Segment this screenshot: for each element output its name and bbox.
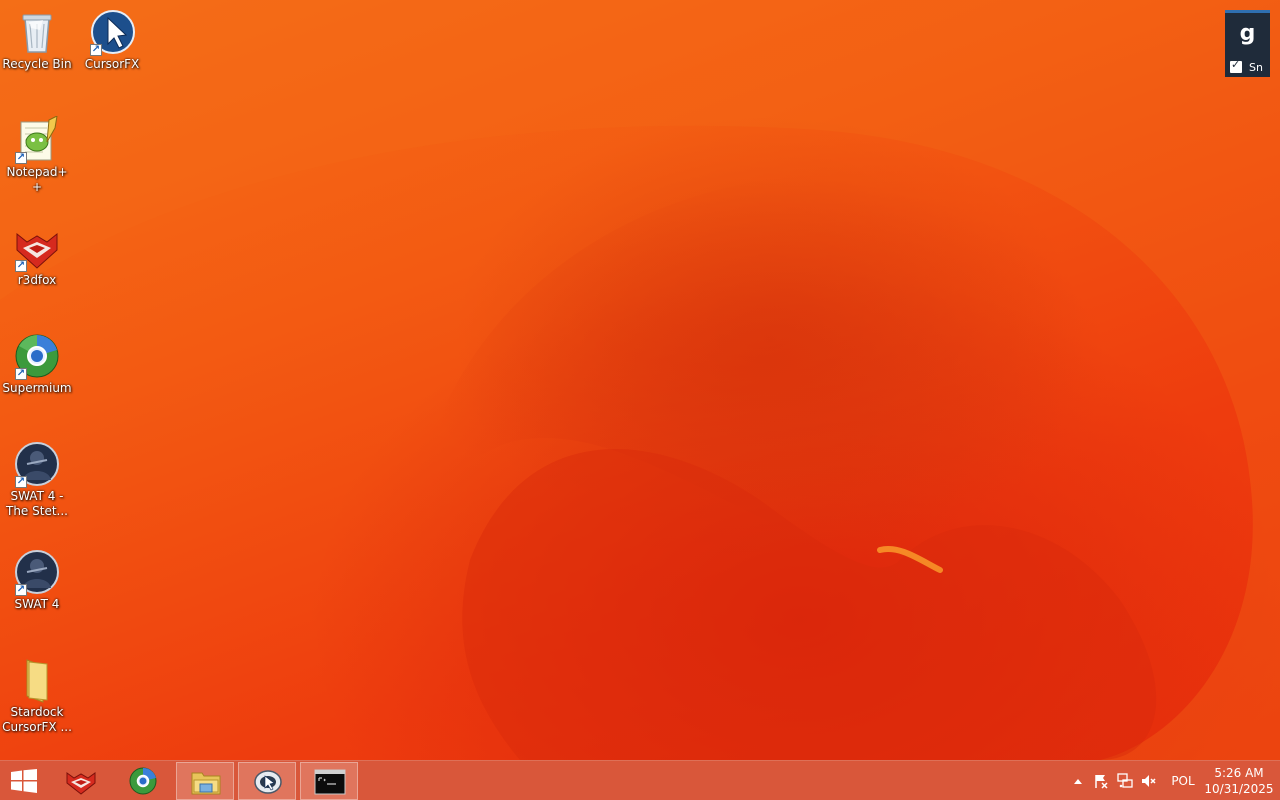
desktop-icon-notepadpp[interactable]: Notepad++ [0,115,74,195]
taskbar-app-r3dfox[interactable] [52,762,110,800]
desktop-icon-cursorfx[interactable]: CursorFX [75,8,149,72]
file-explorer-icon [191,772,221,795]
swat4-icon [13,440,61,489]
desktop-icon-swat4[interactable]: SWAT 4 [0,548,74,612]
r3dfox-icon [13,224,61,273]
desktop-icon-label: SWAT 4 - The Stet... [6,489,68,518]
volume-muted-icon[interactable] [1138,761,1160,800]
clock-time: 5:26 AM [1214,766,1264,780]
desktop-icon-supermium[interactable]: Supermium [0,332,74,396]
shortcut-arrow-icon [15,258,27,273]
r3dfox-icon [66,772,96,795]
swat4-icon [13,548,61,597]
desktop-wallpaper [0,0,1280,760]
desktop-icon-label: Supermium [2,381,72,395]
desktop-icon-label: r3dfox [17,273,57,287]
desktop-icon-label: Notepad++ [6,165,68,194]
gadget-letter: g [1239,21,1256,46]
taskbar-app-supermium[interactable] [114,762,172,800]
desktop-gadget[interactable]: g Sn [1225,10,1270,77]
supermium-icon [129,767,157,795]
taskbar-app-cursorfx[interactable] [238,762,296,800]
shortcut-arrow-icon [15,150,27,165]
taskbar-app-file-explorer[interactable] [176,762,234,800]
desktop-icon-label: SWAT 4 [14,597,60,611]
taskbar-clock[interactable]: 5:26 AM 10/31/2025 [1202,761,1276,800]
shortcut-arrow-icon [15,366,27,381]
clock-date: 10/31/2025 [1204,782,1274,796]
gadget-checkbox[interactable] [1230,58,1242,73]
desktop-icon-label: CursorFX [84,57,140,71]
desktop-icon-r3dfox[interactable]: r3dfox [0,224,74,288]
folder-icon [13,656,61,704]
taskbar: POL 5:26 AM 10/31/2025 [0,760,1280,800]
shortcut-arrow-icon [15,474,27,489]
notepadpp-icon [13,115,61,165]
desktop-icon-recycle-bin[interactable]: Recycle Bin [0,8,74,72]
desktop-icon-swat4-stetchkov[interactable]: SWAT 4 - The Stet... [0,440,74,519]
taskbar-app-command-prompt[interactable] [300,762,358,800]
gadget-checkbox-label: Sn [1249,61,1263,74]
action-center-flag-icon[interactable] [1090,761,1112,800]
desktop-icon-label: Stardock CursorFX ... [2,705,72,734]
desktop-icon-label: Recycle Bin [2,57,72,71]
recycle-bin-icon [13,8,61,56]
supermium-icon [13,332,61,381]
start-button[interactable] [0,761,48,800]
desktop-icon-stardock-cursorfx-folder[interactable]: Stardock CursorFX ... [0,656,74,735]
cursorfx-icon [88,8,136,57]
show-hidden-icons-chevron-icon[interactable] [1070,761,1086,800]
wallpaper-swirl [0,0,1280,760]
shortcut-arrow-icon [90,42,102,57]
command-prompt-icon [314,769,346,795]
cursorfx-icon [254,770,282,794]
shortcut-arrow-icon [15,582,27,597]
windows-logo-icon [11,769,37,793]
input-language-indicator[interactable]: POL [1168,761,1198,800]
network-icon[interactable] [1114,761,1136,800]
